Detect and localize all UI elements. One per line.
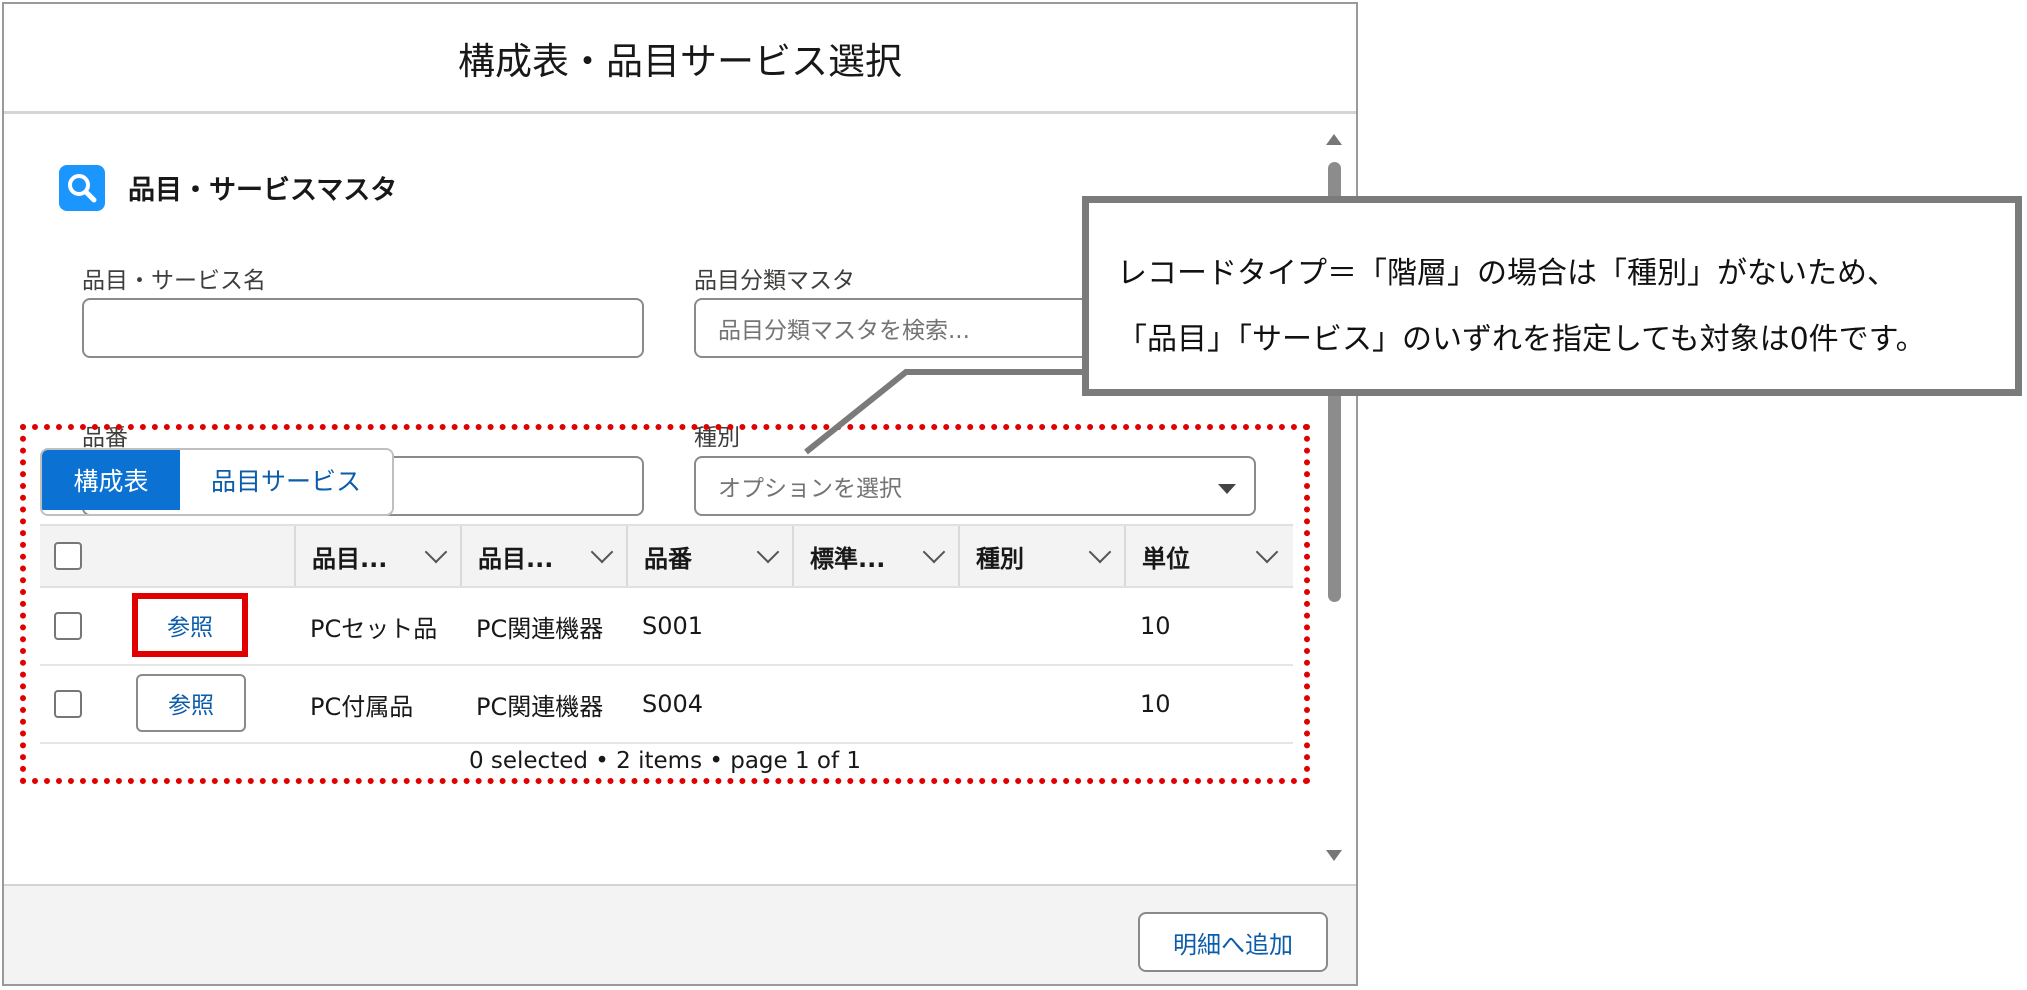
column-header-label: 品番 — [644, 544, 692, 573]
select-all-checkbox[interactable] — [54, 542, 82, 570]
table-cell — [958, 588, 974, 664]
column-header[interactable]: 単位 — [1124, 526, 1291, 586]
callout-line: 「品目」「サービス」のいずれを指定しても対象は0件です。 — [1117, 322, 1926, 357]
table-cell: PC付属品 — [310, 692, 414, 721]
chevron-down-icon — [1255, 540, 1279, 564]
table-cell: 10 — [1140, 690, 1171, 718]
column-header-label: 単位 — [1142, 544, 1190, 573]
row-checkbox[interactable] — [54, 612, 82, 640]
column-header-label: 種別 — [976, 544, 1024, 573]
section-title: 品目・サービスマスタ — [128, 175, 398, 206]
row-checkbox[interactable] — [54, 690, 82, 718]
table-cell — [792, 666, 808, 742]
chevron-down-icon — [922, 540, 946, 564]
add-to-lines-button[interactable]: 明細へ追加 — [1138, 912, 1328, 972]
table-header: 品目... 品目... 品番 標準... 種別 単位 — [40, 524, 1293, 588]
modal-footer: 明細へ追加 — [4, 884, 1356, 984]
column-header[interactable]: 品目... — [460, 526, 626, 586]
column-header-label: 品目... — [312, 544, 388, 573]
search-icon — [59, 165, 105, 211]
scroll-down-arrow[interactable] — [1326, 850, 1342, 861]
table-cell — [958, 666, 974, 742]
callout-note: レコードタイプ＝「階層」の場合は「種別」がないため、 「品目」「サービス」のいず… — [1082, 196, 2022, 396]
table-cell: PC関連機器 — [476, 692, 604, 721]
column-header[interactable]: 品番 — [626, 526, 792, 586]
selection-modal: 構成表・品目サービス選択 品目・サービスマスタ 品目・サービス名 品目分類マスタ… — [2, 2, 1358, 986]
chevron-down-icon — [424, 540, 448, 564]
table-cell: S004 — [642, 690, 704, 718]
column-header-label: 品目... — [478, 544, 554, 573]
scroll-up-arrow[interactable] — [1326, 134, 1342, 145]
table-row: 参照 PCセット品 PC関連機器 S001 10 — [40, 588, 1293, 666]
chevron-down-icon — [1088, 540, 1112, 564]
table-cell — [792, 588, 808, 664]
chevron-down-icon — [590, 540, 614, 564]
category-label: 品目分類マスタ — [694, 268, 855, 294]
category-placeholder: 品目分類マスタを検索... — [718, 318, 970, 344]
column-header[interactable]: 品目... — [294, 526, 460, 586]
view-button[interactable]: 参照 — [132, 593, 248, 657]
table-highlight-region: 構成表 品目サービス 品目... 品目... 品番 標準... 種別 単位 参照… — [20, 424, 1310, 784]
table-row: 参照 PC付属品 PC関連機器 S004 10 — [40, 666, 1293, 744]
item-name-label: 品目・サービス名 — [82, 268, 266, 294]
table-cell: S001 — [642, 612, 704, 640]
callout-line: レコードタイプ＝「階層」の場合は「種別」がないため、 — [1117, 256, 1897, 291]
table-cell: PC関連機器 — [476, 614, 604, 643]
item-name-input[interactable] — [82, 298, 644, 358]
chevron-down-icon — [756, 540, 780, 564]
column-header-label: 標準... — [810, 544, 886, 573]
tab-item-service[interactable]: 品目サービス — [180, 450, 392, 510]
table-status: 0 selected • 2 items • page 1 of 1 — [468, 748, 862, 774]
tab-bom[interactable]: 構成表 — [42, 450, 180, 510]
tab-group: 構成表 品目サービス — [40, 448, 394, 516]
modal-title: 構成表・品目サービス選択 — [458, 39, 902, 83]
view-button[interactable]: 参照 — [136, 674, 246, 732]
modal-header: 構成表・品目サービス選択 — [4, 4, 1356, 114]
table-cell: PCセット品 — [310, 614, 438, 643]
table-cell: 10 — [1140, 612, 1171, 640]
column-header[interactable]: 標準... — [792, 526, 958, 586]
column-header[interactable]: 種別 — [958, 526, 1124, 586]
